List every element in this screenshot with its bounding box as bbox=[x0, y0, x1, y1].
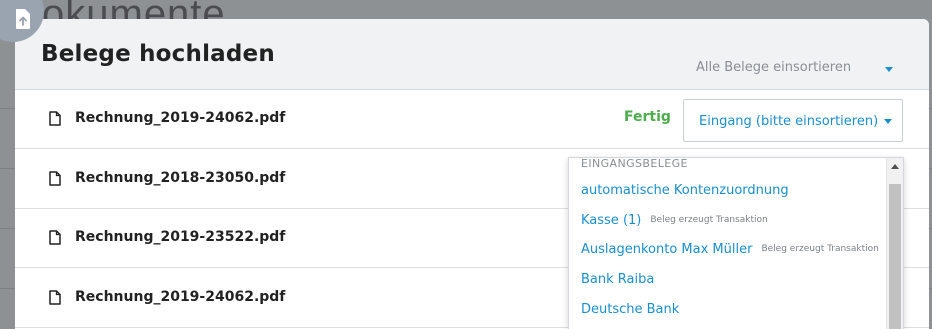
modal-header: Belege hochladen Alle Belege einsortiere… bbox=[15, 19, 929, 90]
modal-title: Belege hochladen bbox=[41, 41, 275, 67]
chevron-down-icon bbox=[885, 67, 893, 72]
sort-all-label: Alle Belege einsortieren bbox=[696, 60, 852, 75]
dropdown-group-label: EINGANGSBELEGE bbox=[581, 157, 688, 170]
document-icon bbox=[49, 290, 61, 305]
dropdown-option[interactable]: Bank Raiba bbox=[569, 264, 887, 294]
file-name: Rechnung_2019-24062.pdf bbox=[75, 289, 286, 305]
dropdown-option[interactable]: Kasse (1) Beleg erzeugt Transaktion bbox=[569, 205, 887, 235]
dropdown-option-note: Beleg erzeugt Transaktion bbox=[761, 244, 879, 254]
document-icon bbox=[49, 111, 61, 126]
dropdown-option-label: Deutsche Bank bbox=[581, 301, 680, 317]
file-row: Rechnung_2019-24062.pdf Fertig Eingang (… bbox=[15, 90, 929, 149]
dropdown-option-label: automatische Kontenzuordnung bbox=[581, 182, 789, 198]
dropdown-scrollbar[interactable] bbox=[886, 158, 903, 329]
sort-target-select[interactable]: Eingang (bitte einsortieren) bbox=[683, 99, 903, 142]
sort-target-value: Eingang (bitte einsortieren) bbox=[699, 114, 879, 129]
sort-target-dropdown-list: EINGANGSBELEGE automatische Kontenzuordn… bbox=[568, 157, 904, 329]
dropdown-option[interactable]: automatische Kontenzuordnung bbox=[569, 175, 887, 205]
dropdown-option-note: Beleg erzeugt Transaktion bbox=[650, 215, 768, 225]
dropdown-option-label: Kasse (1) bbox=[581, 212, 642, 228]
sort-all-dropdown[interactable]: Alle Belege einsortieren bbox=[696, 60, 893, 75]
file-name: Rechnung_2019-23522.pdf bbox=[75, 229, 286, 245]
dropdown-option[interactable]: Deutsche Bank bbox=[569, 294, 887, 324]
dropdown-option[interactable]: Auslagenkonto Max Müller Beleg erzeugt T… bbox=[569, 234, 887, 264]
file-name: Rechnung_2019-24062.pdf bbox=[75, 110, 286, 126]
dropdown-option-label: Bank Raiba bbox=[581, 271, 655, 287]
chevron-down-icon bbox=[884, 119, 892, 124]
file-upload-icon bbox=[16, 9, 30, 29]
dropdown-option-label: Auslagenkonto Max Müller bbox=[581, 241, 753, 257]
document-icon bbox=[49, 171, 61, 186]
file-name: Rechnung_2018-23050.pdf bbox=[75, 170, 286, 186]
status-label: Fertig bbox=[624, 109, 671, 125]
scrollbar-thumb[interactable] bbox=[889, 184, 901, 329]
scroll-up-arrow-icon[interactable] bbox=[891, 164, 899, 169]
document-icon bbox=[49, 230, 61, 245]
